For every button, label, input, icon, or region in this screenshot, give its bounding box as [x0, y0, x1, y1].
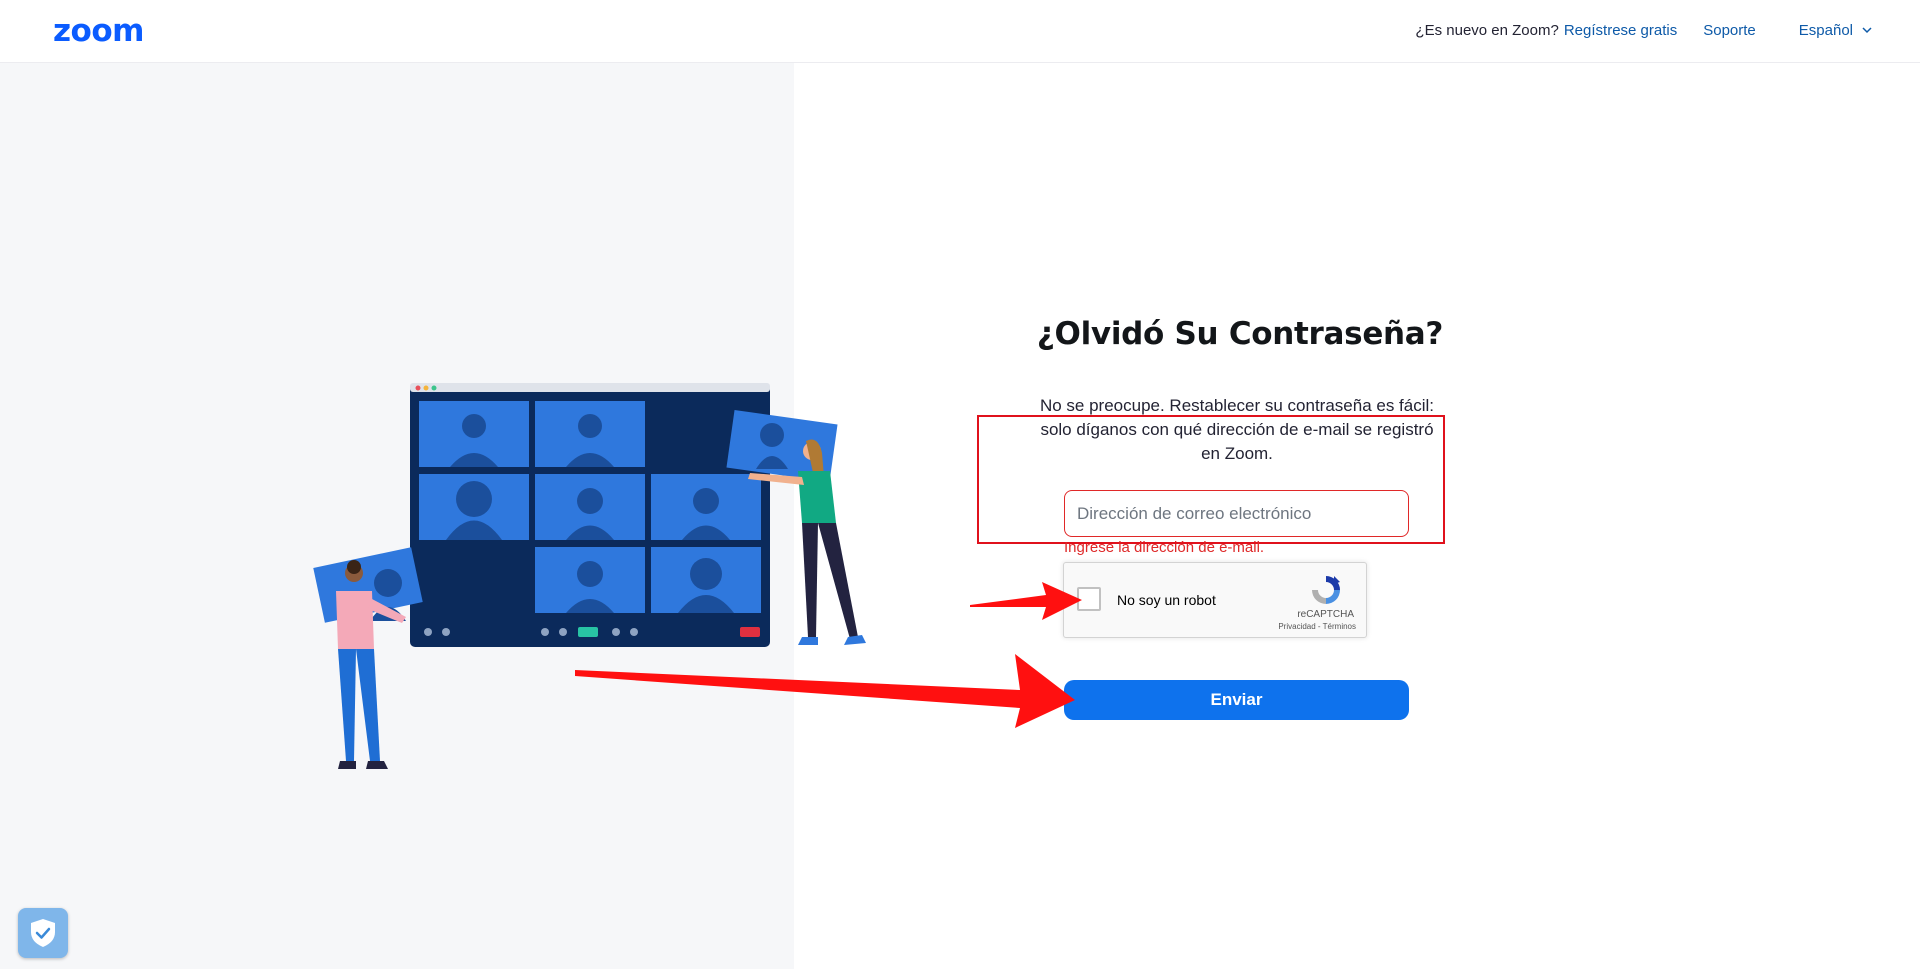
recaptcha-label: No soy un robot	[1117, 592, 1216, 608]
recaptcha-checkbox[interactable]	[1077, 587, 1101, 611]
submit-button[interactable]: Enviar	[1064, 680, 1409, 720]
recaptcha-logo-icon	[1312, 576, 1340, 604]
video-meeting-illustration	[313, 383, 866, 769]
recaptcha-widget: No soy un robot reCAPTCHA Privacidad - T…	[1063, 562, 1367, 638]
header-nav: ¿Es nuevo en Zoom? Regístrese gratis Sop…	[1415, 22, 1872, 39]
support-link[interactable]: Soporte	[1703, 22, 1756, 39]
top-header: zoom ¿Es nuevo en Zoom? Regístrese grati…	[0, 0, 1920, 63]
recaptcha-brand: reCAPTCHA	[1297, 609, 1354, 620]
chevron-down-icon	[1862, 27, 1872, 34]
shield-check-icon	[31, 919, 55, 947]
recaptcha-privacy-terms[interactable]: Privacidad - Términos	[1278, 622, 1356, 631]
email-input[interactable]	[1064, 490, 1409, 537]
language-selector[interactable]: Español	[1799, 22, 1872, 39]
zoom-logo[interactable]: zoom	[53, 13, 144, 49]
illustration-panel	[0, 63, 866, 969]
privacy-shield-badge[interactable]	[18, 908, 68, 958]
page-title: ¿Olvidó Su Contraseña?	[1036, 316, 1444, 352]
signup-link[interactable]: Regístrese gratis	[1564, 22, 1677, 39]
new-user-question: ¿Es nuevo en Zoom?	[1415, 22, 1559, 39]
email-error-message: Ingrese la dirección de e-mail.	[1064, 539, 1265, 556]
language-label: Español	[1798, 22, 1853, 39]
